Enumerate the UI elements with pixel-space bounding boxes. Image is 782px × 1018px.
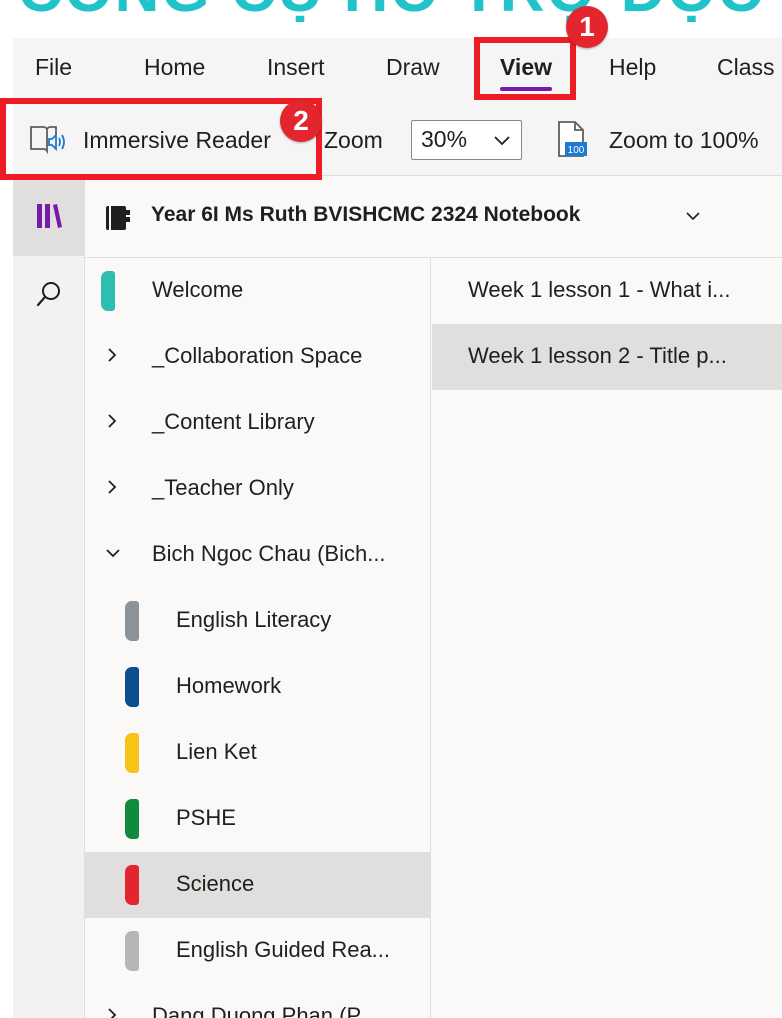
notebook-icon [105,205,131,231]
zoom-select[interactable]: 30% [411,120,522,160]
zoom-label: Zoom [324,120,383,160]
menu-file[interactable]: File [35,53,72,81]
notebook-header[interactable]: Year 6I Ms Ruth BVISHCMC 2324 Notebook [85,178,782,258]
menu-draw[interactable]: Draw [386,53,440,81]
section-welcome[interactable]: Welcome [85,258,431,324]
svg-text:100: 100 [568,145,585,156]
notebooks-library-icon [36,202,62,230]
notebook-title: Year 6I Ms Ruth BVISHCMC 2324 Notebook [151,203,580,227]
chevron-right-icon[interactable] [105,478,119,496]
section-group-label: Dang Duong Phan (P... [152,1003,377,1018]
section-group-label: _Content Library [152,409,315,435]
callout-badge-2: 2 [280,100,322,142]
section-label: English Literacy [176,607,331,633]
banner-title: CÔNG CỤ HỖ TRỢ ĐỌC [0,0,782,22]
menu-home[interactable]: Home [144,53,205,81]
section-label: Homework [176,673,281,699]
section-group-content-library[interactable]: _Content Library [85,390,431,456]
section-lien-ket[interactable]: Lien Ket [85,720,431,786]
section-color-tab [125,667,139,707]
page-label: Week 1 lesson 1 - What i... [468,277,730,303]
section-group-collaboration-space[interactable]: _Collaboration Space [85,324,431,390]
section-english-guided-reading[interactable]: English Guided Rea... [85,918,431,984]
callout-badge-1: 1 [566,6,608,48]
zoom-to-100-icon: 100 [555,120,589,160]
zoom-to-100-button[interactable]: Zoom to 100% [609,120,759,160]
section-color-tab [125,601,139,641]
section-group-bich-ngoc-chau[interactable]: Bich Ngoc Chau (Bich... [85,522,431,588]
section-color-tab [125,733,139,773]
chevron-right-icon[interactable] [105,1006,119,1018]
zoom-value: 30% [421,126,467,153]
chevron-right-icon[interactable] [105,346,119,364]
section-label: English Guided Rea... [176,937,390,963]
menu-insert[interactable]: Insert [267,53,325,81]
section-group-label: _Teacher Only [152,475,294,501]
section-color-tab [125,799,139,839]
section-pshe[interactable]: PSHE [85,786,431,852]
page-item[interactable]: Week 1 lesson 1 - What i... [432,258,782,324]
section-group-label: _Collaboration Space [152,343,362,369]
section-label: Welcome [152,277,243,303]
chevron-down-icon[interactable] [105,544,121,562]
section-color-tab [125,865,139,905]
section-color-tab [101,271,115,311]
section-color-tab [125,931,139,971]
section-label: Science [176,871,254,897]
notebooks-button[interactable] [13,178,85,256]
section-label: Lien Ket [176,739,257,765]
callout-box-immersive-reader [0,98,322,180]
pages-pane: Week 1 lesson 1 - What i... Week 1 lesso… [432,258,782,1018]
page-item[interactable]: Week 1 lesson 2 - Title p... [432,324,782,390]
page-label: Week 1 lesson 2 - Title p... [468,343,727,369]
section-group-teacher-only[interactable]: _Teacher Only [85,456,431,522]
section-english-literacy[interactable]: English Literacy [85,588,431,654]
chevron-down-icon [685,208,701,224]
left-nav-rail [13,178,85,1018]
chevron-right-icon[interactable] [105,412,119,430]
menu-class[interactable]: Class [717,53,775,81]
section-label: PSHE [176,805,236,831]
section-group-label: Bich Ngoc Chau (Bich... [152,541,386,567]
callout-box-view [474,37,576,100]
chevron-down-icon [493,131,511,149]
menu-bar: File Home Insert Draw View Help Class [13,38,782,98]
menu-help[interactable]: Help [609,53,656,81]
section-group-dang-duong-phan[interactable]: Dang Duong Phan (P... [85,984,431,1018]
section-homework[interactable]: Homework [85,654,431,720]
onenote-app: File Home Insert Draw View Help Class Im… [13,38,782,1018]
search-icon [35,280,63,308]
sections-pane: Welcome _Collaboration Space _Content Li… [85,258,431,1018]
section-science[interactable]: Science [85,852,431,918]
